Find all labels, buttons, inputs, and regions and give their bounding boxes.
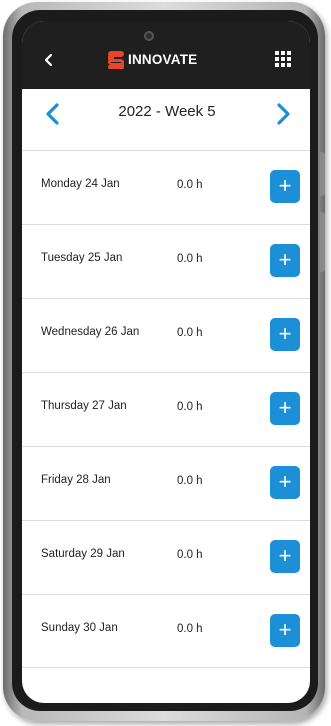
day-label: Sunday 30 Jan [41,622,118,634]
day-label: Tuesday 25 Jan [41,252,123,264]
day-label: Thursday 27 Jan [41,400,127,412]
day-list: Monday 24 Jan 0.0 h + Tuesday 25 Jan 0.0… [22,150,310,668]
day-row-monday: Monday 24 Jan 0.0 h + [22,150,310,224]
day-hours: 0.0 h [177,623,203,635]
day-hours: 0.0 h [177,475,203,487]
day-hours: 0.0 h [177,253,203,265]
day-hours: 0.0 h [177,549,203,561]
week-title: 2022 - Week 5 [118,103,216,120]
day-hours: 0.0 h [177,401,203,413]
week-navigation: 2022 - Week 5 [22,89,310,145]
add-entry-button[interactable]: + [270,244,300,277]
app-header: INNOVATE [22,21,310,89]
add-entry-button[interactable]: + [270,392,300,425]
day-label: Friday 28 Jan [41,474,111,486]
chevron-left-icon [44,53,53,67]
day-row-saturday: Saturday 29 Jan 0.0 h + [22,520,310,594]
add-entry-button[interactable]: + [270,318,300,351]
next-week-button[interactable] [272,101,294,127]
previous-week-button[interactable] [42,101,64,127]
day-hours: 0.0 h [177,327,203,339]
volume-button [320,152,325,196]
back-button[interactable] [39,49,59,71]
add-entry-button[interactable]: + [270,614,300,647]
phone-mockup: INNOVATE 2022 - Week 5 Monday 24 Jan 0.0… [0,0,331,726]
day-row-friday: Friday 28 Jan 0.0 h + [22,446,310,520]
camera-icon [144,31,154,41]
day-label: Monday 24 Jan [41,178,120,190]
power-button [320,212,325,272]
phone-frame: INNOVATE 2022 - Week 5 Monday 24 Jan 0.0… [3,2,325,721]
innovate-logo-icon [108,51,124,69]
day-row-wednesday: Wednesday 26 Jan 0.0 h + [22,298,310,372]
logo-text: INNOVATE [128,51,198,67]
day-label: Wednesday 26 Jan [41,326,140,338]
day-row-sunday: Sunday 30 Jan 0.0 h + [22,594,310,668]
day-hours: 0.0 h [177,179,203,191]
app-logo: INNOVATE [105,47,197,71]
chevron-left-icon [46,103,59,125]
day-row-thursday: Thursday 27 Jan 0.0 h + [22,372,310,446]
day-label: Saturday 29 Jan [41,548,125,560]
add-entry-button[interactable]: + [270,540,300,573]
grid-menu-button[interactable] [275,51,291,67]
grid-menu-icon [275,51,279,55]
app-screen: INNOVATE 2022 - Week 5 Monday 24 Jan 0.0… [22,21,310,703]
add-entry-button[interactable]: + [270,170,300,203]
add-entry-button[interactable]: + [270,466,300,499]
chevron-right-icon [277,103,290,125]
day-row-tuesday: Tuesday 25 Jan 0.0 h + [22,224,310,298]
